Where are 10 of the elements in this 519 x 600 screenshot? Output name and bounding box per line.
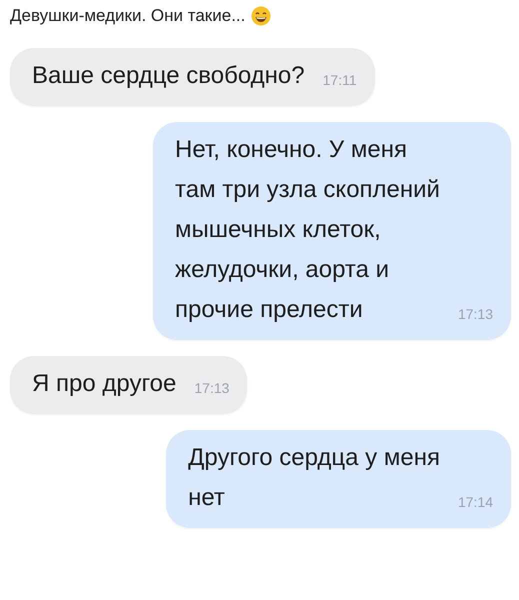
message-text: Другого сердца у меня нет [188,443,440,513]
message-time: 17:11 [322,72,357,88]
message-time: 17:13 [194,380,230,396]
message-text: Нет, конечно. У меня там три узла скоплений мышечных клеток, желудочки, аорта и прочие прелести [175,135,440,325]
smiley-icon [251,6,272,26]
message-text: Ваше сердце свободно? [32,61,305,91]
message-text: Я про другое [32,369,176,399]
post-caption: Девушки-медики. Они такие... [10,6,246,26]
message-time: 17:14 [458,494,493,510]
message-time: 17:13 [458,306,493,322]
